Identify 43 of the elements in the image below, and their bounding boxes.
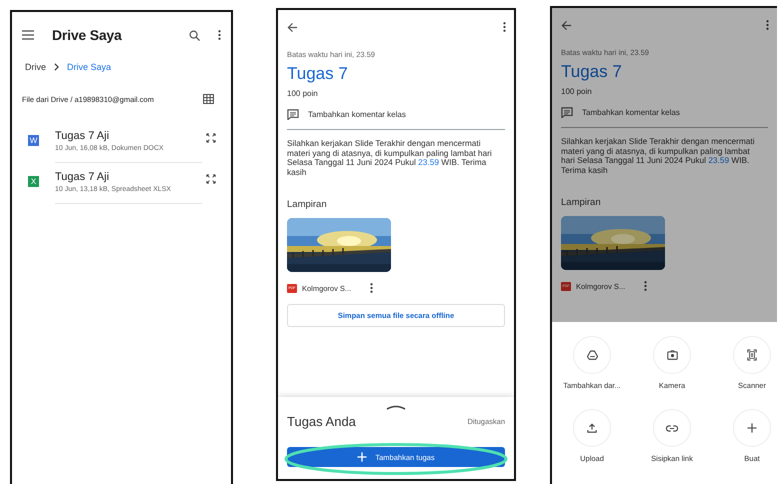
link-icon — [666, 424, 678, 432]
time-link[interactable]: 23.59 — [418, 157, 439, 167]
back-arrow-icon[interactable] — [561, 20, 572, 30]
expand-icon[interactable] — [206, 174, 216, 184]
more-icon[interactable] — [503, 21, 506, 33]
points-text: 100 poin — [561, 87, 593, 96]
time-link[interactable]: 23.59 — [708, 155, 730, 165]
file-name[interactable]: Tugas 7 Aji — [55, 130, 202, 142]
file-name[interactable]: Tugas 7 Aji — [55, 171, 202, 183]
scanner-icon — [747, 349, 757, 361]
your-work-title: Tugas Anda — [287, 414, 356, 429]
comment-icon — [561, 107, 573, 118]
more-icon[interactable] — [218, 29, 221, 41]
class-comment-link[interactable]: Tambahkan komentar kelas — [582, 108, 680, 117]
screen-title: Drive Saya — [52, 27, 123, 43]
plus-icon — [357, 452, 368, 462]
file-type-icon: X — [28, 176, 39, 187]
more-icon[interactable] — [644, 280, 648, 292]
breadcrumb-item[interactable]: Drive — [25, 62, 46, 72]
upload-icon — [587, 423, 597, 433]
class-comment-link[interactable]: Tambahkan komentar kelas — [308, 110, 406, 119]
chevron-icon — [54, 63, 60, 71]
grid-view-icon[interactable] — [203, 94, 214, 104]
file-type-icon: W — [28, 135, 39, 146]
assignment-title: Tugas 7 — [561, 62, 623, 82]
assignment-title: Tugas 7 — [287, 64, 349, 84]
attachments-heading: Lampiran — [287, 199, 328, 210]
expand-icon[interactable] — [206, 133, 216, 143]
points-text: 100 poin — [287, 89, 319, 98]
attachments-heading: Lampiran — [561, 197, 602, 208]
camera-icon — [666, 350, 678, 360]
search-icon[interactable] — [189, 30, 200, 40]
menu-icon[interactable] — [22, 30, 34, 40]
breadcrumb-item[interactable]: Drive Saya — [67, 62, 112, 72]
comment-icon — [287, 109, 299, 120]
more-icon[interactable] — [370, 282, 374, 294]
plus-icon — [747, 423, 757, 433]
instructions-text: Silahkan kerjakan Slide Terakhir dengan mencermati materi yang di atasnya, di kumpulkan paling lambat hari Selasa Tanggal 11 Juni 2024 Pukul 23.59 WIB. Terima kasih — [287, 139, 493, 177]
drive-icon — [586, 350, 598, 360]
back-arrow-icon[interactable] — [287, 22, 298, 32]
more-icon[interactable] — [766, 19, 769, 31]
sheet-handle-icon[interactable] — [386, 405, 406, 410]
instructions-text: Silahkan kerjakan Slide Terakhir dengan mencermati materi yang di atasnya, di kumpulkan paling lambat hari Selasa Tanggal 11 Juni 2024 Pukul 23.59 WIB. Terima kasih — [561, 137, 756, 175]
